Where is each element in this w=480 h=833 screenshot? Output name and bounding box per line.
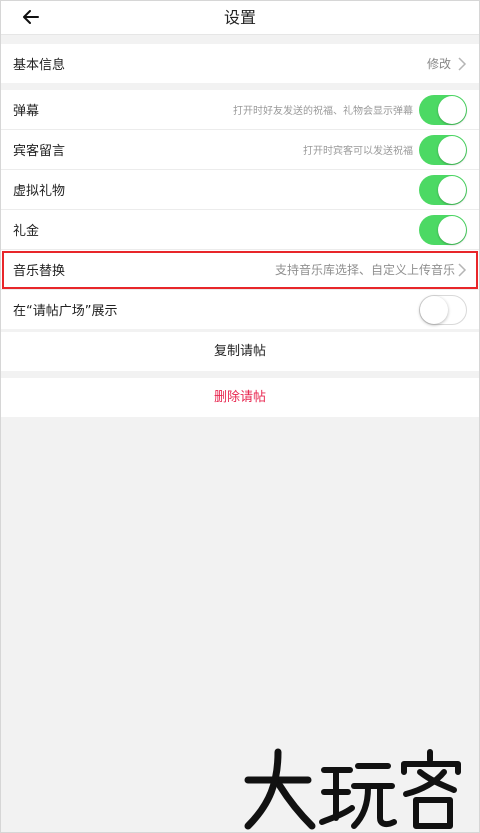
delete-section: 删除请帖 xyxy=(1,378,479,417)
basic-info-section: 基本信息 修改 xyxy=(1,44,479,83)
setting-desc: 支持音乐库选择、自定义上传音乐 xyxy=(274,263,455,277)
setting-label: 礼金 xyxy=(13,224,40,239)
top-bar: 设置 xyxy=(1,1,479,35)
toggle-knob xyxy=(438,136,466,164)
setting-row-virtual-gift: 虚拟礼物 xyxy=(1,170,479,210)
gift-money-toggle[interactable] xyxy=(419,215,467,245)
page-title: 设置 xyxy=(223,8,256,27)
setting-row-gift-money: 礼金 xyxy=(1,210,479,250)
danmu-toggle[interactable] xyxy=(419,95,467,125)
toggle-knob xyxy=(420,296,448,324)
watermark-logo xyxy=(244,748,461,830)
toggle-knob xyxy=(438,216,466,244)
guest-message-toggle[interactable] xyxy=(419,135,467,165)
setting-row-show-in-square: 在“请帖广场”展示 xyxy=(1,290,479,329)
chevron-right-icon xyxy=(458,263,467,277)
copy-section: 复制请帖 xyxy=(1,332,479,371)
setting-label: 宾客留言 xyxy=(13,144,66,159)
chevron-right-icon xyxy=(458,57,467,71)
setting-label: 弹幕 xyxy=(13,104,40,119)
toggle-knob xyxy=(438,96,466,124)
copy-invitation-button[interactable]: 复制请帖 xyxy=(1,332,479,371)
setting-desc: 打开时宾客可以发送祝福 xyxy=(303,146,413,157)
toggle-knob xyxy=(438,176,466,204)
edit-link[interactable]: 修改 xyxy=(427,55,451,72)
delete-invitation-button[interactable]: 删除请帖 xyxy=(1,378,479,417)
setting-row-guest-message: 宾客留言 打开时宾客可以发送祝福 xyxy=(1,130,479,170)
basic-info-label: 基本信息 xyxy=(13,58,66,73)
setting-desc: 打开时好友发送的祝福、礼物会显示弹幕 xyxy=(233,106,413,117)
setting-label: 在“请帖广场”展示 xyxy=(13,304,118,319)
virtual-gift-toggle[interactable] xyxy=(419,175,467,205)
setting-label: 音乐替换 xyxy=(13,264,66,279)
setting-row-danmu: 弹幕 打开时好友发送的祝福、礼物会显示弹幕 xyxy=(1,90,479,130)
show-in-square-toggle[interactable] xyxy=(419,295,467,325)
setting-label: 虚拟礼物 xyxy=(13,184,66,199)
settings-section: 弹幕 打开时好友发送的祝福、礼物会显示弹幕 宾客留言 打开时宾客可以发送祝福 虚… xyxy=(1,90,479,329)
setting-row-music-replace[interactable]: 音乐替换 支持音乐库选择、自定义上传音乐 xyxy=(1,250,479,290)
basic-info-row[interactable]: 基本信息 修改 xyxy=(1,44,479,83)
